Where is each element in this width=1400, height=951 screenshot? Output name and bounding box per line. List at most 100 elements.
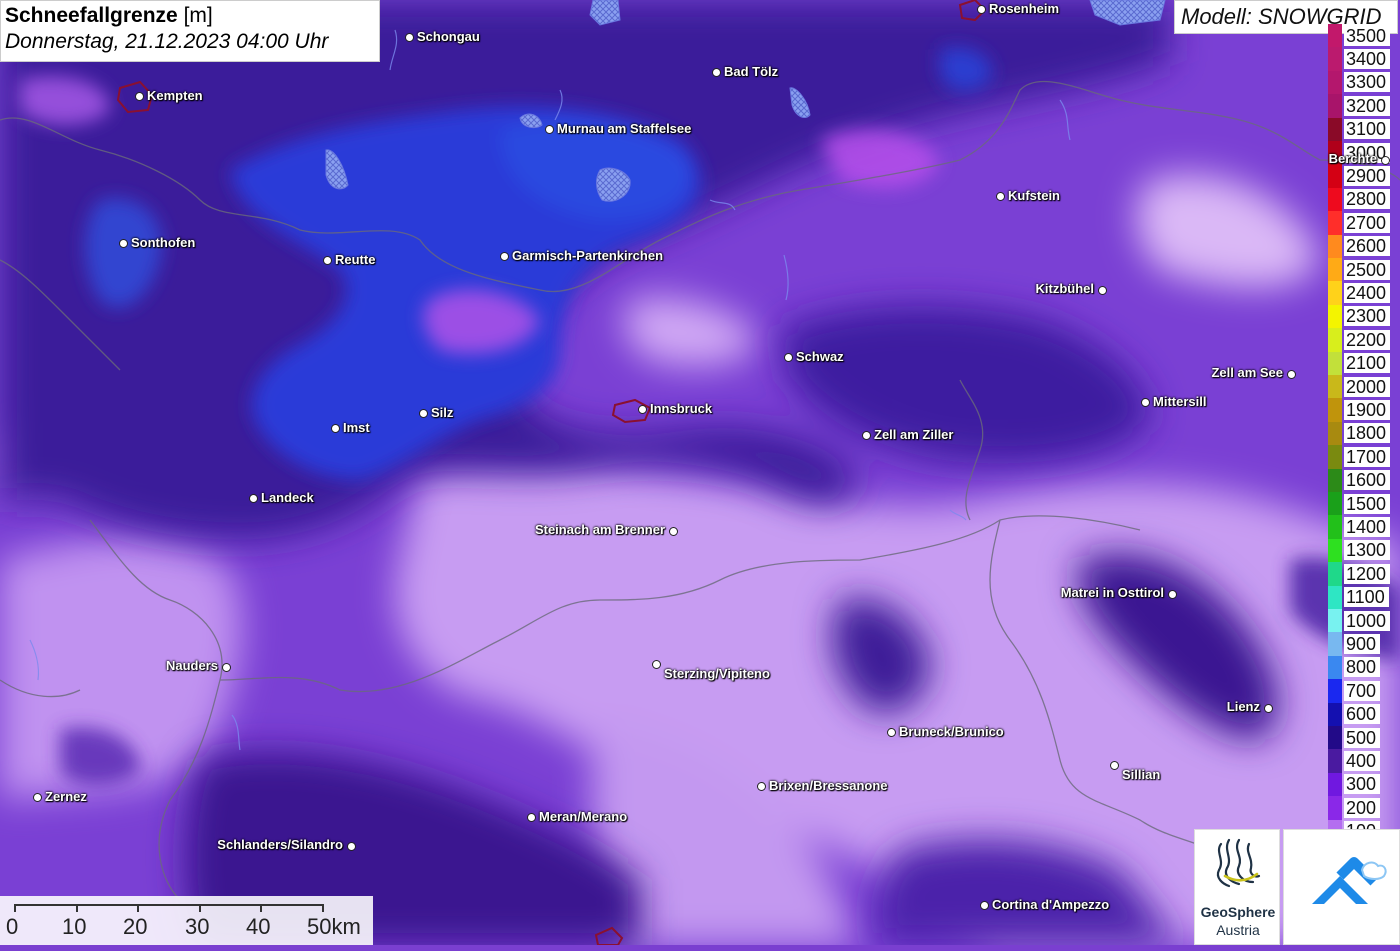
city-marker[interactable] [500,252,509,261]
city-marker[interactable] [1287,370,1296,379]
legend-swatch [1328,562,1342,586]
legend-item: 3200 [1328,94,1400,118]
legend-swatch [1328,70,1342,95]
city-label[interactable]: Schongau [417,29,480,44]
city-label[interactable]: Bad Tölz [724,64,778,79]
legend-swatch [1328,398,1342,422]
city-marker[interactable] [977,5,986,14]
legend-swatch [1328,702,1342,726]
legend-item: 3300 [1328,70,1400,95]
map-datetime: Donnerstag, 21.12.2023 04:00 Uhr [5,30,329,53]
snowfall-line-map[interactable] [0,0,1400,945]
city-label[interactable]: Schwaz [796,349,844,364]
city-marker[interactable] [862,431,871,440]
city-label[interactable]: Garmisch-Partenkirchen [512,248,663,263]
city-label[interactable]: Bruneck/Brunico [899,724,1004,739]
city-marker[interactable] [712,68,721,77]
legend-item: 1100 [1328,585,1400,609]
city-label[interactable]: Reutte [335,252,375,267]
city-label[interactable]: Nauders [166,658,218,673]
legend-item: 2000 [1328,375,1400,399]
city-marker[interactable] [980,901,989,910]
city-marker[interactable] [887,728,896,737]
city-label[interactable]: Steinach am Brenner [535,522,665,537]
legend-swatch [1328,726,1342,750]
scale-label: 30 [185,914,210,939]
city-label[interactable]: Kempten [147,88,203,103]
city-label[interactable]: Sonthofen [131,235,195,250]
city-marker[interactable] [784,353,793,362]
city-label[interactable]: Silz [431,405,453,420]
city-marker[interactable] [669,527,678,536]
city-label[interactable]: Cortina d'Ampezzo [992,897,1109,912]
legend-swatch [1328,421,1342,446]
legend-label: 500 [1344,727,1381,748]
legend-label: 2600 [1344,236,1391,257]
legend-swatch [1328,375,1342,399]
city-label[interactable]: Landeck [261,490,314,505]
city-marker[interactable] [347,842,356,851]
legend-label: 900 [1344,634,1381,655]
legend-swatch [1328,304,1342,329]
legend-item: 400 [1328,749,1400,773]
city-marker[interactable] [1264,704,1273,713]
legend-item: 200 [1328,796,1400,820]
city-label[interactable]: Zell am See [1211,365,1283,380]
legend-label: 3200 [1344,95,1391,116]
city-marker[interactable] [638,405,647,414]
city-marker[interactable] [1110,761,1119,770]
scale-label: 20 [123,914,148,939]
legend-label: 2900 [1344,166,1391,187]
scale-tick [199,904,201,912]
geosphere-name: GeoSphere [1200,904,1276,920]
city-marker[interactable] [331,424,340,433]
city-marker[interactable] [222,663,231,672]
city-marker[interactable] [135,92,144,101]
legend-label: 1600 [1344,470,1391,491]
scale-tick [137,904,139,912]
city-marker[interactable] [419,409,428,418]
geosphere-logo[interactable]: GeoSphere Austria [1194,829,1280,945]
city-marker[interactable] [33,793,42,802]
legend-label: 1900 [1344,400,1391,421]
city-label[interactable]: Kitzbühel [1036,281,1095,296]
city-marker[interactable] [1098,286,1107,295]
snowgrid-logo[interactable] [1283,829,1400,945]
city-label[interactable]: Imst [343,420,370,435]
city-marker[interactable] [1381,156,1390,165]
city-marker[interactable] [545,125,554,134]
city-label[interactable]: Zell am Ziller [874,427,953,442]
city-marker[interactable] [249,494,258,503]
city-marker[interactable] [757,782,766,791]
city-label[interactable]: Lienz [1227,699,1260,714]
city-label[interactable]: Zernez [45,789,87,804]
city-label[interactable]: Matrei in Osttirol [1061,585,1164,600]
legend-item: 3500 [1328,24,1400,48]
geosphere-subtitle: Austria [1216,922,1260,938]
city-marker[interactable] [527,813,536,822]
legend-label: 3100 [1344,119,1391,140]
city-marker[interactable] [652,660,661,669]
city-marker[interactable] [1168,590,1177,599]
legend-label: 1500 [1344,493,1391,514]
city-marker[interactable] [405,33,414,42]
legend-label: 2700 [1344,212,1391,233]
scale-label: 10 [62,914,87,939]
city-marker[interactable] [119,239,128,248]
city-label[interactable]: Kufstein [1008,188,1060,203]
city-label[interactable]: Rosenheim [989,1,1059,16]
city-marker[interactable] [996,192,1005,201]
legend-swatch [1328,468,1342,492]
city-label[interactable]: Meran/Merano [539,809,627,824]
city-label[interactable]: Brixen/Bressanone [769,778,888,793]
city-marker[interactable] [323,256,332,265]
city-marker[interactable] [1141,398,1150,407]
legend-label: 2500 [1344,259,1391,280]
city-label[interactable]: Berchte [1329,151,1377,166]
city-label[interactable]: Schlanders/Silandro [217,837,343,852]
city-label[interactable]: Sterzing/Vipiteno [664,666,770,681]
city-label[interactable]: Mittersill [1153,394,1206,409]
city-label[interactable]: Innsbruck [650,401,712,416]
city-label[interactable]: Sillian [1122,767,1160,782]
city-label[interactable]: Murnau am Staffelsee [557,121,691,136]
